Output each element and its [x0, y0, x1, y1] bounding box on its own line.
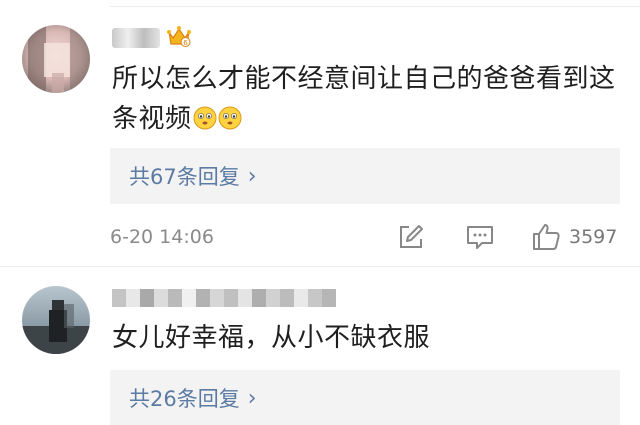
comment-item: ■■■■■■■■■■ 女儿好幸福，从小不缺衣服 共26条回复 › — [0, 268, 640, 425]
thinking-face-icon — [218, 106, 242, 130]
username[interactable]: ■■■ — [112, 28, 160, 48]
like-button[interactable] — [531, 222, 561, 252]
comment-text-tail: 条视频 — [112, 104, 192, 134]
chevron-right-icon: › — [247, 163, 257, 189]
comment-icon — [467, 226, 493, 249]
comment-item: ■■■ 6 所以怎么才能不经意间让自己的爸爸看到这 条视频 — [0, 0, 640, 268]
replies-count-label: 共67条回复 — [129, 165, 240, 189]
avatar[interactable] — [22, 286, 90, 354]
comment-text-line: 条视频 — [112, 99, 632, 139]
view-replies-button[interactable]: 共67条回复 › — [110, 148, 620, 204]
comment-meta: 6-20 14:06 3597 — [110, 222, 620, 252]
view-replies-button[interactable]: 共26条回复 › — [110, 370, 620, 425]
chevron-right-icon: › — [247, 385, 257, 411]
comment-divider — [0, 266, 640, 267]
avatar[interactable] — [22, 25, 90, 93]
repost-button[interactable] — [396, 222, 426, 252]
reply-button[interactable] — [465, 222, 495, 252]
thinking-face-icon — [193, 106, 217, 130]
comment-text: 女儿好幸福，从小不缺衣服 — [112, 318, 632, 358]
username[interactable]: ■■■■■■■■■■ — [112, 289, 336, 307]
replies-count-label: 共26条回复 — [129, 387, 240, 411]
comment-text-line: 所以怎么才能不经意间让自己的爸爸看到这 — [112, 64, 616, 94]
timestamp: 6-20 14:06 — [110, 226, 214, 248]
comment-text: 所以怎么才能不经意间让自己的爸爸看到这 条视频 — [112, 59, 632, 139]
thumbs-up-icon — [533, 224, 560, 250]
edit-share-icon — [400, 225, 423, 248]
vip-crown-icon[interactable]: 6 — [166, 23, 192, 49]
svg-text:6: 6 — [183, 39, 188, 47]
comment-text-line: 女儿好幸福，从小不缺衣服 — [112, 323, 431, 353]
like-count: 3597 — [569, 226, 618, 248]
